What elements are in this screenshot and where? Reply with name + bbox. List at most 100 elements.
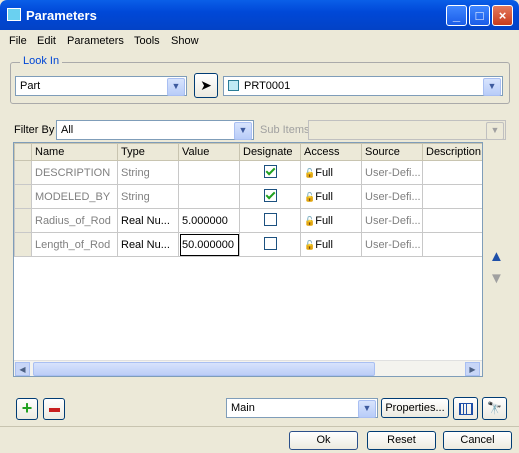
scroll-right-icon[interactable]: ▶ bbox=[465, 362, 480, 376]
cell-name[interactable]: Radius_of_Rod bbox=[31, 208, 118, 233]
menu-show[interactable]: Show bbox=[171, 35, 199, 47]
row-header[interactable] bbox=[14, 184, 32, 209]
row-header-corner bbox=[14, 143, 32, 161]
filter-by-value: All bbox=[61, 124, 74, 136]
maximize-icon[interactable]: □ bbox=[469, 5, 490, 26]
look-in-type-select[interactable]: Part ▼ bbox=[15, 76, 187, 96]
cell-type[interactable]: Real Nu... bbox=[117, 232, 179, 257]
cell-value[interactable] bbox=[178, 184, 240, 209]
cell-type[interactable]: String bbox=[117, 160, 179, 185]
column-header-access[interactable]: Access bbox=[300, 143, 362, 161]
model-value: PRT0001 bbox=[244, 80, 291, 92]
cell-access[interactable]: 🔓Full bbox=[300, 160, 362, 185]
column-header-value[interactable]: Value bbox=[178, 143, 240, 161]
close-icon[interactable]: × bbox=[492, 5, 513, 26]
filter-by-label: Filter By bbox=[14, 124, 55, 136]
cell-type[interactable]: Real Nu... bbox=[117, 208, 179, 233]
table-header: Name Type Value Designate Access Source … bbox=[14, 143, 482, 161]
properties-button[interactable]: Properties... bbox=[381, 398, 449, 418]
sub-items-select: ▼ bbox=[308, 120, 506, 140]
designate-checkbox[interactable] bbox=[263, 236, 277, 250]
table-row[interactable]: Length_of_Rod Real Nu... 50.000000 🔓Full… bbox=[14, 232, 482, 257]
window-title: Parameters bbox=[26, 8, 97, 23]
access-value: Full bbox=[315, 166, 333, 179]
cell-value-editing[interactable]: 50.000000 bbox=[178, 232, 240, 257]
designate-checkbox[interactable] bbox=[263, 212, 277, 226]
cell-source[interactable]: User-Defi... bbox=[361, 184, 423, 209]
cell-designate[interactable] bbox=[239, 160, 301, 185]
window-icon bbox=[7, 8, 21, 21]
columns-icon[interactable] bbox=[453, 397, 478, 420]
menu-parameters[interactable]: Parameters bbox=[67, 35, 124, 47]
column-header-source[interactable]: Source bbox=[361, 143, 423, 161]
table-row[interactable]: MODELED_BY String 🔓Full User-Defi... bbox=[14, 184, 482, 209]
cell-value[interactable] bbox=[178, 160, 240, 185]
table-row[interactable]: DESCRIPTION String 🔓Full User-Defi... bbox=[14, 160, 482, 185]
column-header-type[interactable]: Type bbox=[117, 143, 179, 161]
model-select[interactable]: PRT0001 ▼ bbox=[223, 76, 503, 96]
column-header-name[interactable]: Name bbox=[31, 143, 118, 161]
minimize-icon[interactable]: _ bbox=[446, 5, 467, 26]
chevron-down-icon[interactable]: ▼ bbox=[483, 78, 501, 96]
cell-source[interactable]: User-Defi... bbox=[361, 160, 423, 185]
menu-file[interactable]: File bbox=[9, 35, 27, 47]
cell-name[interactable]: MODELED_BY bbox=[31, 184, 118, 209]
binoculars-icon[interactable]: 🔭 bbox=[482, 397, 507, 420]
footer-divider bbox=[0, 426, 519, 427]
sub-items-label: Sub Items bbox=[260, 124, 310, 136]
look-in-type-value: Part bbox=[20, 80, 41, 92]
main-value: Main bbox=[231, 402, 255, 414]
cell-access[interactable]: 🔓Full bbox=[300, 232, 362, 257]
cell-name[interactable]: DESCRIPTION bbox=[31, 160, 118, 185]
lock-icon: 🔓 bbox=[304, 215, 316, 226]
cancel-button[interactable]: Cancel bbox=[443, 431, 512, 450]
lock-icon: 🔓 bbox=[304, 167, 316, 178]
designate-checkbox[interactable] bbox=[263, 188, 277, 202]
lock-icon: 🔓 bbox=[304, 191, 316, 202]
designate-checkbox[interactable] bbox=[263, 164, 277, 178]
cell-description[interactable] bbox=[422, 184, 482, 209]
reset-button[interactable]: Reset bbox=[367, 431, 436, 450]
cell-designate[interactable] bbox=[239, 208, 301, 233]
cell-source[interactable]: User-Defi... bbox=[361, 232, 423, 257]
horizontal-scrollbar[interactable]: ◀ ▶ bbox=[14, 360, 482, 376]
cell-description[interactable] bbox=[422, 160, 482, 185]
parameters-table[interactable]: Name Type Value Designate Access Source … bbox=[13, 142, 483, 377]
menu-tools[interactable]: Tools bbox=[134, 35, 160, 47]
scroll-left-icon[interactable]: ◀ bbox=[15, 362, 30, 376]
row-header[interactable] bbox=[14, 208, 32, 233]
move-down-icon: ▼ bbox=[489, 270, 504, 287]
lock-icon: 🔓 bbox=[304, 239, 316, 250]
cell-description[interactable] bbox=[422, 208, 482, 233]
chevron-down-icon[interactable]: ▼ bbox=[358, 400, 376, 418]
row-header[interactable] bbox=[14, 232, 32, 257]
column-header-designate[interactable]: Designate bbox=[239, 143, 301, 161]
menu-edit[interactable]: Edit bbox=[37, 35, 56, 47]
cell-designate[interactable] bbox=[239, 184, 301, 209]
cell-value[interactable]: 5.000000 bbox=[178, 208, 240, 233]
cell-access[interactable]: 🔓Full bbox=[300, 184, 362, 209]
row-header[interactable] bbox=[14, 160, 32, 185]
cell-designate[interactable] bbox=[239, 232, 301, 257]
look-in-label: Look In bbox=[20, 55, 63, 67]
table-row[interactable]: Radius_of_Rod Real Nu... 5.000000 🔓Full … bbox=[14, 208, 482, 233]
add-icon[interactable]: + bbox=[16, 398, 38, 420]
ok-button[interactable]: Ok bbox=[289, 431, 358, 450]
chevron-down-icon[interactable]: ▼ bbox=[167, 78, 185, 96]
chevron-down-icon[interactable]: ▼ bbox=[234, 122, 252, 140]
column-header-description[interactable]: Description bbox=[422, 143, 482, 161]
main-select[interactable]: Main ▼ bbox=[226, 398, 378, 418]
scroll-thumb[interactable] bbox=[33, 362, 375, 376]
cell-source[interactable]: User-Defi... bbox=[361, 208, 423, 233]
cell-type[interactable]: String bbox=[117, 184, 179, 209]
cell-description[interactable] bbox=[422, 232, 482, 257]
part-icon bbox=[228, 80, 239, 91]
filter-by-select[interactable]: All ▼ bbox=[56, 120, 254, 140]
cell-access[interactable]: 🔓Full bbox=[300, 208, 362, 233]
access-value: Full bbox=[315, 190, 333, 203]
arrow-cursor-icon[interactable]: ➤ bbox=[194, 73, 218, 98]
cell-name[interactable]: Length_of_Rod bbox=[31, 232, 118, 257]
chevron-down-icon: ▼ bbox=[486, 122, 504, 140]
move-up-icon[interactable]: ▲ bbox=[489, 248, 504, 265]
remove-icon[interactable] bbox=[43, 398, 65, 420]
